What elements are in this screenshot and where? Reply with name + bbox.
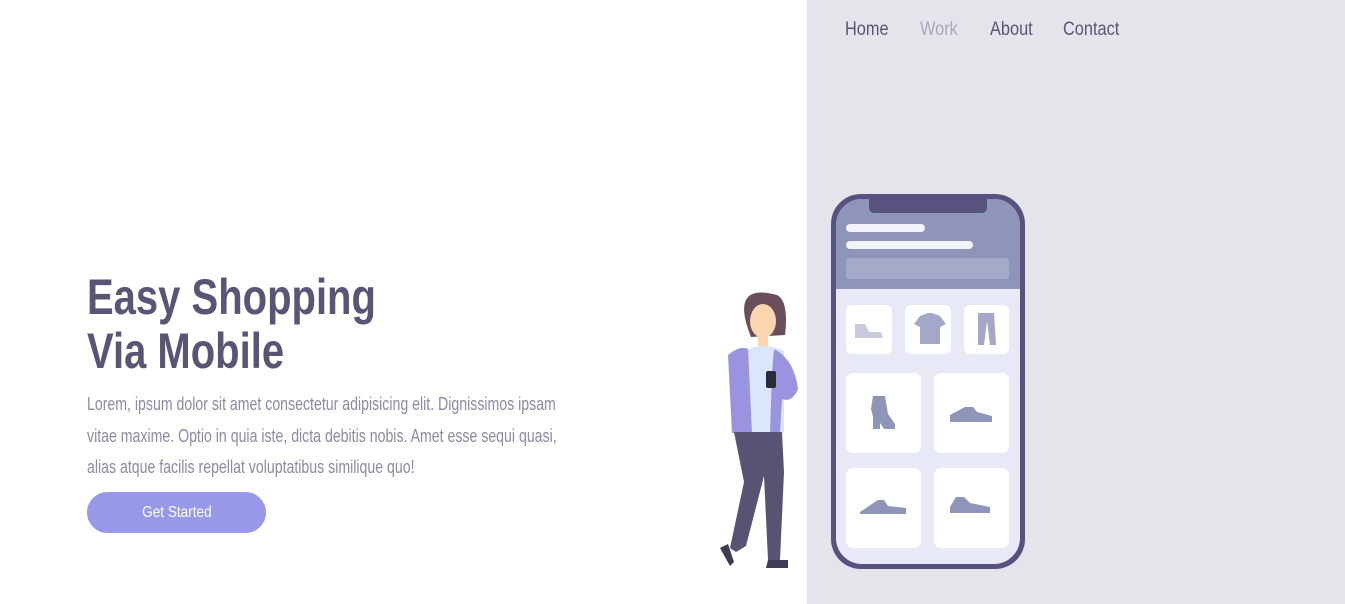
phone-icon — [831, 194, 1025, 569]
main-nav: Home Work About Contact — [845, 18, 1159, 42]
hero-description: Lorem, ipsum dolor sit amet consectetur … — [87, 394, 557, 477]
hero-title-line-2: Via Mobile — [87, 323, 285, 379]
hero-title: Easy Shopping Via Mobile — [87, 270, 376, 378]
woman-figure-icon — [720, 292, 798, 568]
shopping-illustration — [720, 194, 1025, 569]
get-started-button[interactable]: Get Started — [87, 492, 266, 533]
hero-title-line-1: Easy Shopping — [87, 269, 376, 325]
nav-link-home[interactable]: Home — [845, 18, 889, 42]
landing-page: Home Work About Contact Easy Shopping Vi… — [0, 0, 1345, 604]
nav-link-about[interactable]: About — [990, 18, 1033, 42]
nav-link-work[interactable]: Work — [920, 18, 958, 42]
nav-link-contact[interactable]: Contact — [1063, 18, 1119, 42]
get-started-label: Get Started — [141, 503, 212, 521]
